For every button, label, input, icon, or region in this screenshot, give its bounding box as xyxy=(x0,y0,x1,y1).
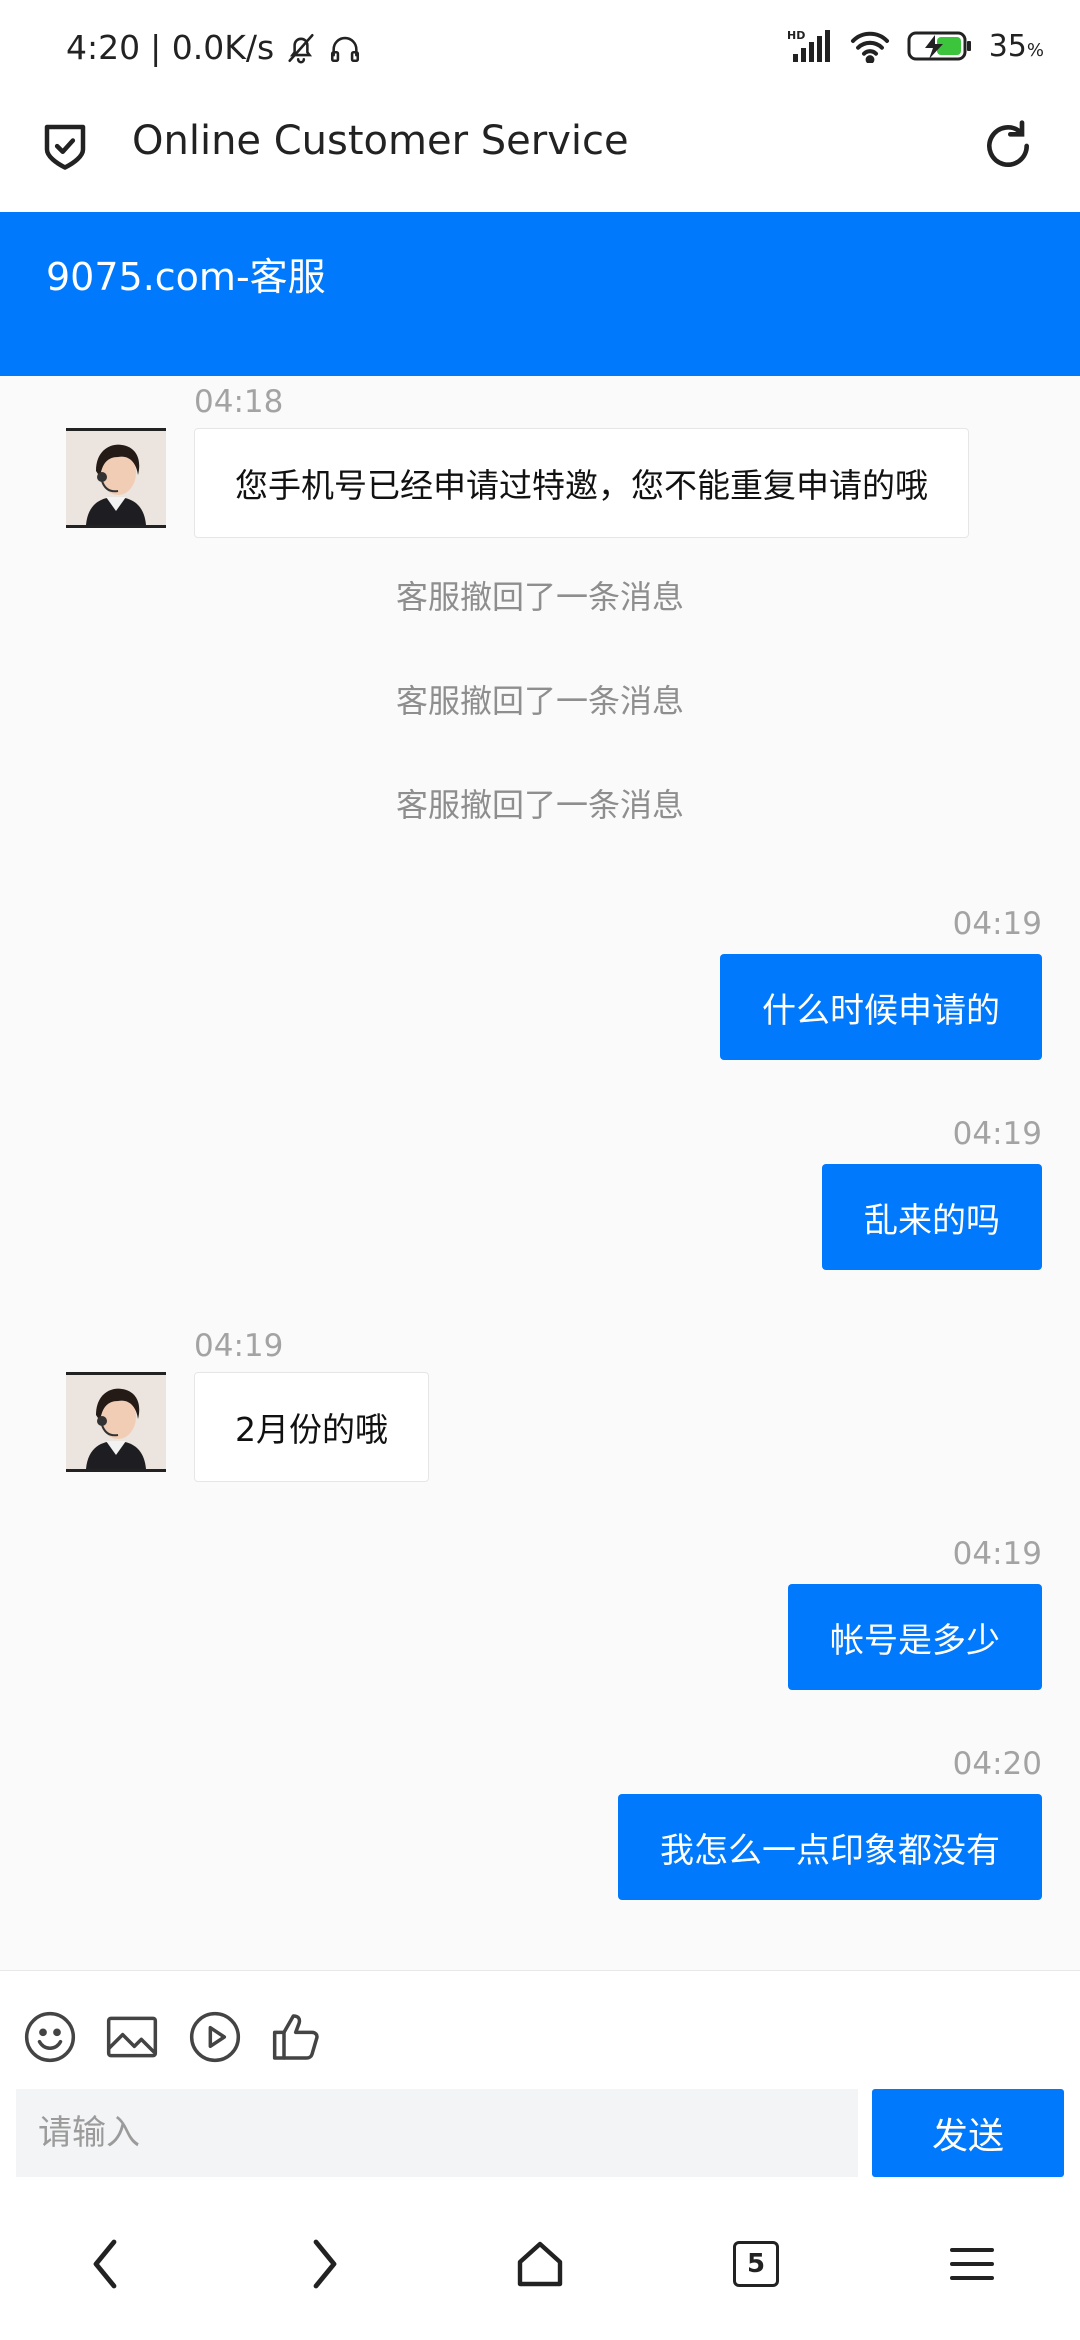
app-header: Online Customer Service xyxy=(0,96,1080,212)
send-button[interactable]: 发送 xyxy=(872,2089,1064,2177)
page-title: Online Customer Service xyxy=(132,118,629,164)
shield-check-icon[interactable] xyxy=(38,118,92,172)
message-input[interactable] xyxy=(16,2089,858,2177)
menu-button[interactable] xyxy=(932,2224,1012,2304)
composer: 发送 xyxy=(0,1970,1080,2184)
status-right: HD 35% xyxy=(787,28,1044,64)
image-icon[interactable] xyxy=(104,2009,160,2065)
message-time: 04:19 xyxy=(952,1536,1042,1572)
forward-icon xyxy=(313,2239,337,2289)
message-bubble-outgoing[interactable]: 我怎么一点印象都没有 xyxy=(618,1794,1042,1900)
wifi-icon xyxy=(850,31,889,63)
network-speed: | 0.0K/s xyxy=(150,28,275,67)
forward-button[interactable] xyxy=(284,2224,364,2304)
home-icon xyxy=(517,2241,563,2287)
message-bubble-outgoing[interactable]: 什么时候申请的 xyxy=(720,954,1042,1060)
message-list[interactable]: 04:18 您手机号已经申请过特邀，您不能重复申请的哦 客服撤回了一条消息 客服… xyxy=(0,376,1080,1970)
battery-level: 35% xyxy=(988,28,1044,64)
banner-title: 9075.com-客服 xyxy=(46,255,326,299)
svg-text:HD: HD xyxy=(787,29,805,42)
thumbs-up-icon[interactable] xyxy=(270,2009,326,2065)
refresh-icon[interactable] xyxy=(980,118,1036,174)
message-bubble-outgoing[interactable]: 乱来的吗 xyxy=(822,1164,1042,1270)
battery-charging-icon xyxy=(907,31,971,61)
video-icon[interactable] xyxy=(187,2009,243,2065)
menu-icon xyxy=(950,2248,994,2280)
hd-signal-icon: HD xyxy=(787,29,830,62)
message-time: 04:19 xyxy=(194,1328,284,1364)
back-icon xyxy=(93,2239,117,2289)
home-button[interactable] xyxy=(500,2224,580,2304)
back-button[interactable] xyxy=(66,2224,146,2304)
system-message: 客服撤回了一条消息 xyxy=(395,682,684,720)
message-time: 04:19 xyxy=(952,1116,1042,1152)
status-time: 4:20 xyxy=(66,28,141,67)
agent-avatar xyxy=(66,1372,166,1472)
system-message: 客服撤回了一条消息 xyxy=(395,786,684,824)
headphones-icon xyxy=(331,36,360,62)
tabs-button[interactable]: 5 xyxy=(716,2224,796,2304)
agent-avatar xyxy=(66,428,166,528)
message-bubble-incoming[interactable]: 2月份的哦 xyxy=(194,1372,429,1482)
status-left: 4:20 | 0.0K/s xyxy=(66,28,362,67)
system-message: 客服撤回了一条消息 xyxy=(395,578,684,616)
message-bubble-incoming[interactable]: 您手机号已经申请过特邀，您不能重复申请的哦 xyxy=(194,428,969,538)
bell-off-icon xyxy=(288,33,314,63)
message-time: 04:19 xyxy=(952,906,1042,942)
chat-banner: 9075.com-客服 xyxy=(0,212,1080,376)
message-bubble-outgoing[interactable]: 帐号是多少 xyxy=(788,1584,1042,1690)
emoji-icon[interactable] xyxy=(22,2009,78,2065)
status-bar: 4:20 | 0.0K/s HD 35% xyxy=(0,0,1080,96)
tabs-icon: 5 xyxy=(733,2241,779,2287)
browser-nav-bar: 5 xyxy=(0,2184,1080,2340)
message-time: 04:18 xyxy=(194,384,284,420)
tabs-count: 5 xyxy=(746,2249,766,2279)
message-time: 04:20 xyxy=(952,1746,1042,1782)
battery-unit: % xyxy=(1026,39,1044,61)
